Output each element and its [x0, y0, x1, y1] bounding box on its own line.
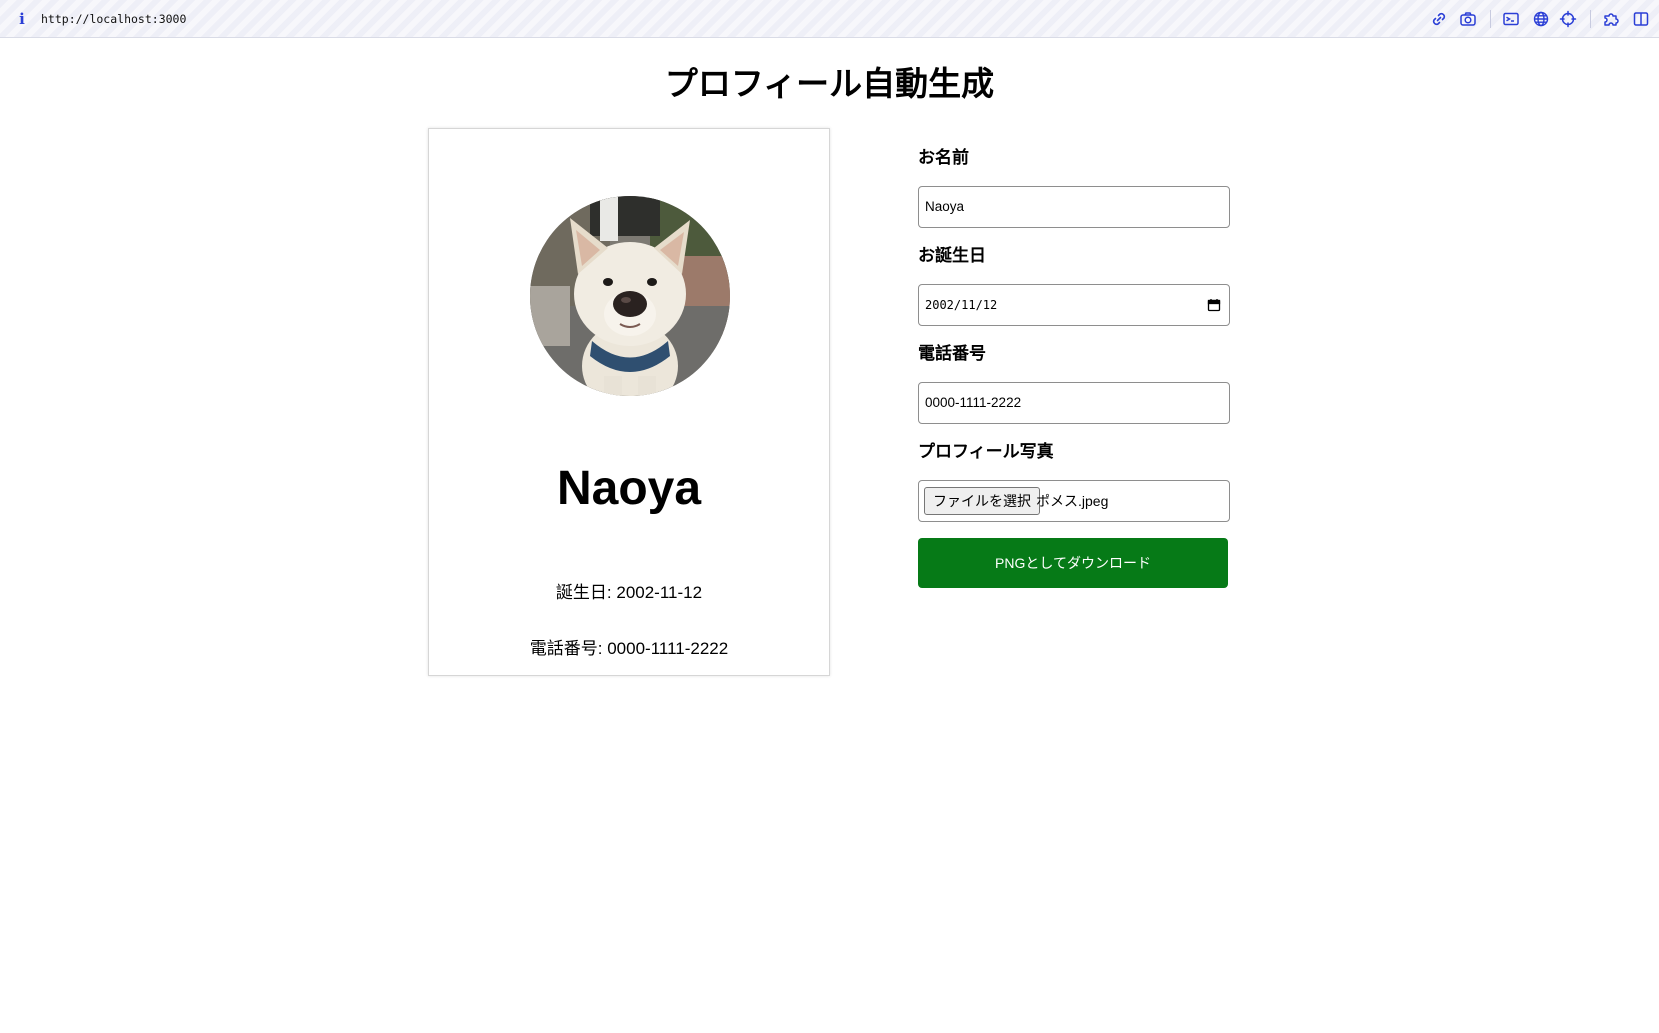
name-input-value: Naoya [925, 199, 965, 214]
phone-input-value: 0000-1111-2222 [925, 395, 1022, 410]
phone-input[interactable]: 0000-1111-2222 [918, 382, 1230, 424]
selected-file-name: ポメス.jpeg [1036, 493, 1109, 509]
profile-card-preview: Naoya 誕生日: 2002-11-12 電話番号: 0000-1111-22… [428, 128, 830, 676]
photo-label: プロフィール写真 [918, 442, 1054, 461]
link-icon[interactable] [1429, 9, 1449, 29]
info-icon[interactable]: i [16, 10, 28, 28]
crosshair-icon[interactable] [1558, 9, 1578, 29]
terminal-icon[interactable] [1501, 9, 1521, 29]
choose-file-button[interactable]: ファイルを選択 [924, 487, 1040, 515]
card-name: Naoya [556, 462, 702, 515]
name-input[interactable]: Naoya [918, 186, 1230, 228]
split-view-icon[interactable] [1631, 9, 1651, 29]
toolbar-separator [1590, 10, 1591, 28]
camera-icon[interactable] [1458, 9, 1478, 29]
name-label: お名前 [918, 148, 969, 167]
calendar-icon[interactable] [1207, 298, 1221, 312]
birthday-date-input[interactable]: 2002/11/12 [918, 284, 1230, 326]
dog-photo [530, 196, 730, 396]
profile-avatar [530, 196, 730, 396]
puzzle-icon[interactable] [1602, 9, 1622, 29]
download-png-button[interactable]: PNGとしてダウンロード [918, 538, 1228, 588]
page-title: プロフィール自動生成 [664, 65, 995, 102]
browser-toolbar: i http://localhost:3000 [0, 0, 1659, 38]
globe-icon[interactable] [1531, 9, 1551, 29]
address-bar-url[interactable]: http://localhost:3000 [41, 11, 186, 27]
birthday-label: お誕生日 [918, 246, 986, 265]
card-phone: 電話番号: 0000-1111-2222 [529, 639, 729, 658]
birthday-input-value: 2002/11/12 [925, 298, 998, 312]
phone-label: 電話番号 [918, 344, 986, 363]
toolbar-separator [1490, 10, 1491, 28]
card-birthday: 誕生日: 2002-11-12 [555, 583, 703, 602]
photo-file-input[interactable]: ファイルを選択 ポメス.jpeg [918, 480, 1230, 522]
